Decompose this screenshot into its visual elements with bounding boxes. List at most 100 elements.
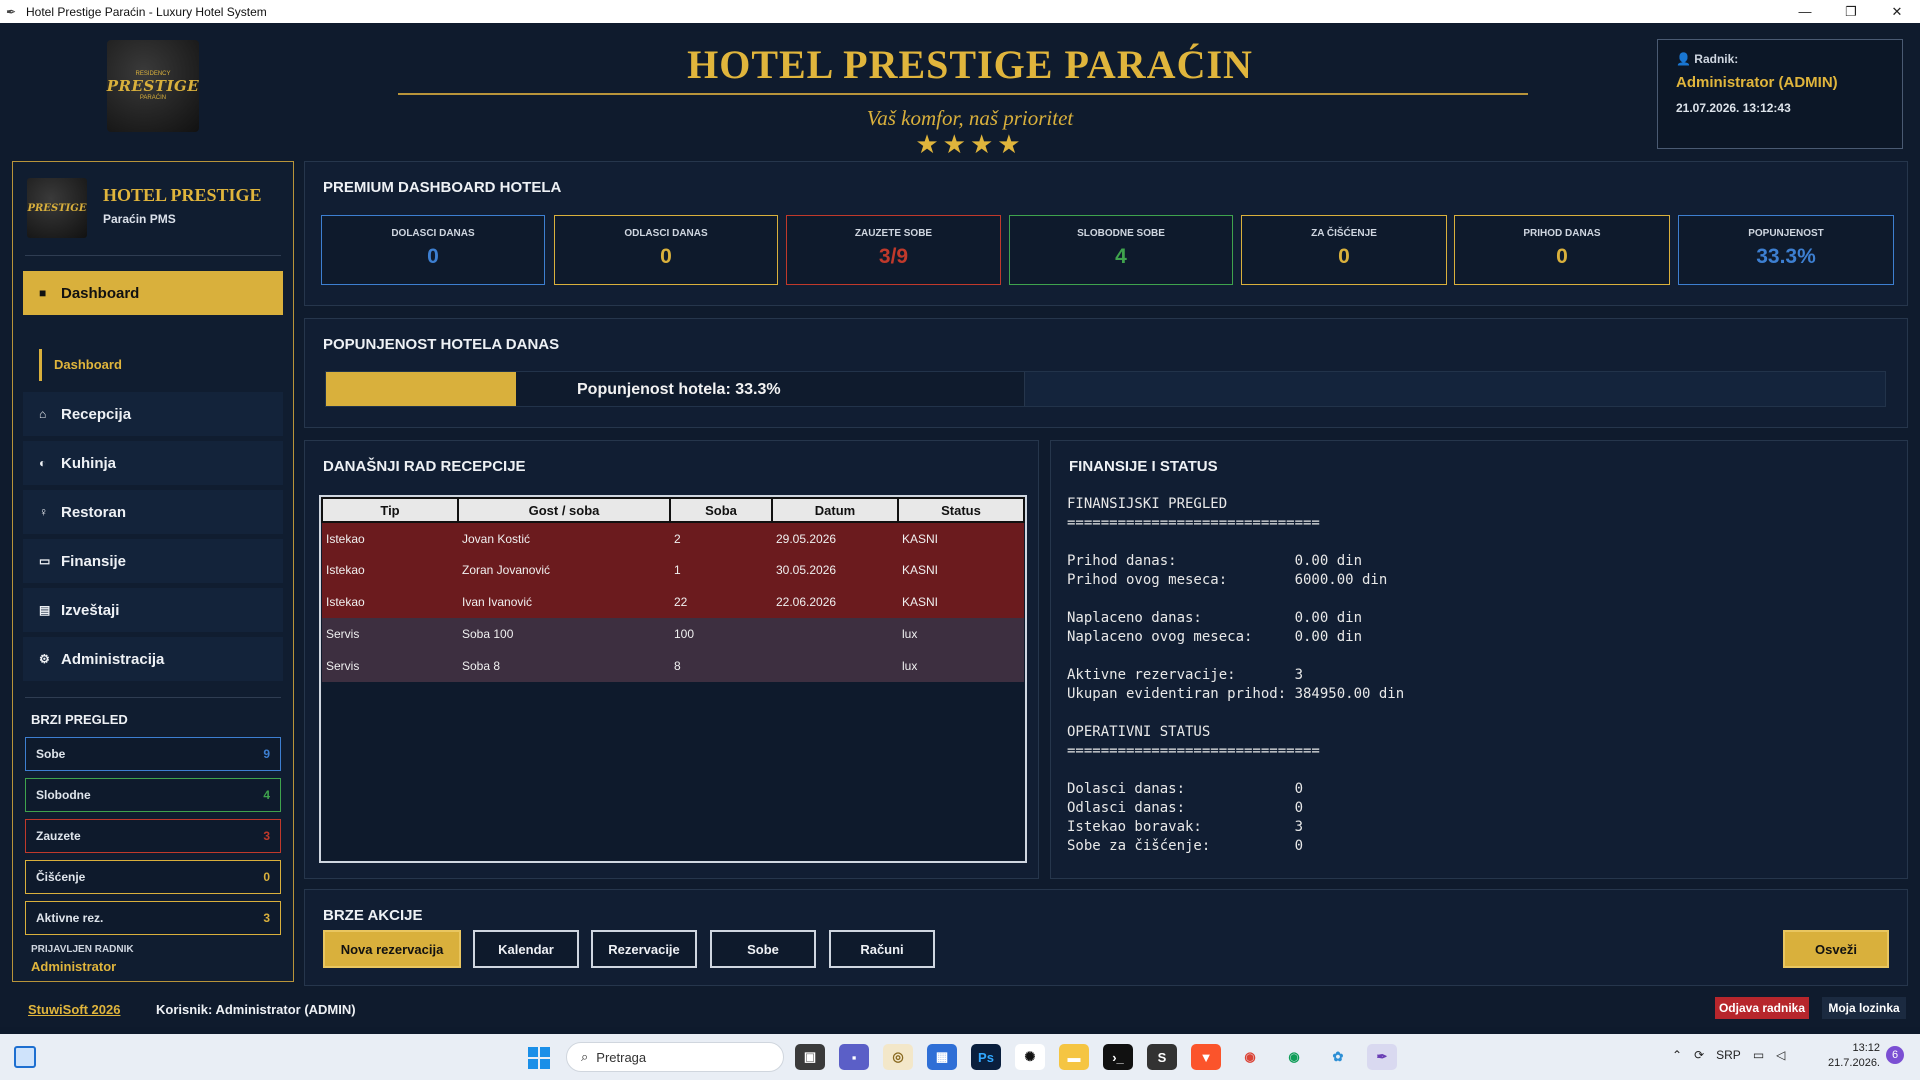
sidebar-item-label: Kuhinja (61, 454, 116, 472)
change-password-button[interactable]: Moja lozinka (1822, 997, 1906, 1019)
calendar-button[interactable]: Kalendar (473, 930, 579, 968)
notification-badge[interactable]: 6 (1886, 1046, 1904, 1064)
volume-icon[interactable]: ◁ (1776, 1048, 1785, 1062)
stat-label: PRIHOD DANAS (1523, 228, 1601, 239)
logged-user-value: Administrator (31, 959, 117, 974)
quick-ciscenje[interactable]: Čišćenje 0 (25, 860, 281, 894)
chrome-icon[interactable]: ◉ (1235, 1044, 1265, 1070)
quick-value: 3 (263, 911, 270, 925)
window-title: Hotel Prestige Paraćin - Luxury Hotel Sy… (26, 4, 267, 19)
sync-icon[interactable]: ⟳ (1694, 1048, 1704, 1062)
sidebar-item-label: Dashboard (61, 284, 140, 302)
sidebar-item-label: Administracija (61, 650, 165, 668)
brand-link[interactable]: StuwiSoft 2026 (28, 1002, 120, 1017)
table-row[interactable]: Servis Soba 100 100 lux (322, 618, 1024, 650)
col-status[interactable]: Status (897, 497, 1025, 523)
sidebar-item-label: Finansije (61, 552, 127, 570)
user-label: Radnik: (1694, 52, 1739, 66)
invoices-button[interactable]: Računi (829, 930, 935, 968)
chrome-profile-icon[interactable]: ◉ (1279, 1044, 1309, 1070)
sidebar-subitem-dashboard[interactable]: Dashboard (39, 349, 199, 381)
cell-soba: 2 (670, 522, 772, 554)
taskbar-clock[interactable]: 13:12 21.7.2026. (1826, 1041, 1880, 1071)
logged-user-label: PRIJAVLJEN RADNIK (31, 944, 134, 955)
quick-zauzete[interactable]: Zauzete 3 (25, 819, 281, 853)
stat-label: DOLASCI DANAS (391, 228, 475, 239)
rooms-button[interactable]: Sobe (710, 930, 816, 968)
sidebar-item-kuhinja[interactable]: ◐ Kuhinja (23, 441, 283, 485)
app-s-icon[interactable]: S (1147, 1044, 1177, 1070)
dashboard-icon: ■ (39, 286, 47, 300)
feather-app-icon[interactable]: ✒ (1367, 1044, 1397, 1070)
col-soba[interactable]: Soba (669, 497, 773, 523)
close-button[interactable]: ✕ (1874, 0, 1920, 23)
reservations-button[interactable]: Rezervacije (591, 930, 697, 968)
quick-slobodne[interactable]: Slobodne 4 (25, 778, 281, 812)
quick-overview-title: BRZI PREGLED (31, 712, 128, 727)
user-info-panel: 👤 Radnik: Administrator (ADMIN) 21.07.20… (1657, 39, 1903, 149)
sidebar: PRESTIGE HOTEL PRESTIGE Paraćin PMS ■ Da… (12, 161, 294, 982)
sidebar-item-label: Recepcija (61, 405, 132, 423)
taskbar-search-input[interactable]: ⌕ Pretraga (566, 1042, 784, 1072)
status-footer: StuwiSoft 2026 Korisnik: Administrator (… (0, 993, 1920, 1027)
store-icon[interactable]: ▦ (927, 1044, 957, 1070)
stat-ciscenje: ZA ČIŠĆENJE 0 (1241, 215, 1447, 285)
cell-datum: 30.05.2026 (772, 554, 898, 586)
norton-icon[interactable]: ◎ (883, 1044, 913, 1070)
dashboard-panel: PREMIUM DASHBOARD HOTELA DOLASCI DANAS 0… (304, 161, 1908, 306)
quick-label: Sobe (36, 747, 66, 761)
card-icon: ▭ (39, 554, 51, 568)
col-gost[interactable]: Gost / soba (457, 497, 671, 523)
sidebar-item-label: Restoran (61, 503, 127, 521)
brave-icon[interactable]: ▼ (1191, 1044, 1221, 1070)
cell-tip: Servis (322, 650, 458, 682)
table-row[interactable]: Istekao Zoran Jovanović 1 30.05.2026 KAS… (322, 554, 1024, 586)
terminal-icon[interactable]: ›_ (1103, 1044, 1133, 1070)
chevron-up-icon[interactable]: ⌃ (1672, 1048, 1682, 1062)
network-app-icon[interactable]: ✿ (1323, 1044, 1353, 1070)
widgets-icon[interactable] (14, 1046, 36, 1068)
finance-panel: FINANSIJE I STATUS FINANSIJSKI PREGLED =… (1050, 440, 1908, 879)
minimize-button[interactable]: — (1782, 0, 1828, 23)
quick-value: 3 (263, 829, 270, 843)
maximize-button[interactable]: ❐ (1828, 0, 1874, 23)
os-taskbar: ⌕ Pretraga ▣ ▪ ◎ ▦ Ps ✺ ▬ ›_ S ▼ ◉ ◉ ✿ ✒… (0, 1034, 1920, 1080)
table-row[interactable]: Istekao Jovan Kostić 2 29.05.2026 KASNI (322, 522, 1024, 554)
quick-sobe[interactable]: Sobe 9 (25, 737, 281, 771)
stat-prihod: PRIHOD DANAS 0 (1454, 215, 1670, 285)
sidebar-item-dashboard[interactable]: ■ Dashboard (23, 271, 283, 315)
table-row[interactable]: Servis Soba 8 8 lux (322, 650, 1024, 682)
sidebar-item-finansije[interactable]: ▭ Finansije (23, 539, 283, 583)
new-reservation-button[interactable]: Nova rezervacija (323, 930, 461, 968)
teams-icon[interactable]: ▪ (839, 1044, 869, 1070)
occupancy-title: POPUNJENOST HOTELA DANAS (323, 336, 560, 353)
col-datum[interactable]: Datum (771, 497, 899, 523)
sidebar-hotel-name: HOTEL PRESTIGE (103, 185, 262, 205)
rating-stars-icon: ★★★★ (915, 129, 1025, 159)
start-menu-icon[interactable] (528, 1047, 550, 1069)
sidebar-item-izvestaji[interactable]: ▤ Izveštaji (23, 588, 283, 632)
cell-soba: 8 (670, 650, 772, 682)
task-view-icon[interactable]: ▣ (795, 1044, 825, 1070)
table-row[interactable]: Istekao Ivan Ivanović 22 22.06.2026 KASN… (322, 586, 1024, 618)
occupancy-panel: POPUNJENOST HOTELA DANAS Popunjenost hot… (304, 318, 1908, 428)
chatgpt-icon[interactable]: ✺ (1015, 1044, 1045, 1070)
sidebar-item-administracija[interactable]: ⚙ Administracija (23, 637, 283, 681)
logout-button[interactable]: Odjava radnika (1715, 997, 1809, 1019)
cell-tip: Istekao (322, 522, 458, 554)
sidebar-item-label: Izveštaji (61, 601, 120, 619)
col-tip[interactable]: Tip (321, 497, 459, 523)
quick-value: 9 (263, 747, 270, 761)
title-divider (398, 93, 1528, 95)
stat-zauzete: ZAUZETE SOBE 3/9 (786, 215, 1001, 285)
user-icon: 👤 (1676, 52, 1695, 66)
file-explorer-icon[interactable]: ▬ (1059, 1044, 1089, 1070)
quick-aktivne-rez[interactable]: Aktivne rez. 3 (25, 901, 281, 935)
monitor-icon[interactable]: ▭ (1753, 1048, 1764, 1062)
sidebar-item-restoran[interactable]: ♀ Restoran (23, 490, 283, 534)
sidebar-item-recepcija[interactable]: ⌂ Recepcija (23, 392, 283, 436)
photoshop-icon[interactable]: Ps (971, 1044, 1001, 1070)
refresh-button[interactable]: Osveži (1783, 930, 1889, 968)
cell-datum (772, 618, 898, 650)
language-indicator[interactable]: SRP (1716, 1048, 1741, 1062)
